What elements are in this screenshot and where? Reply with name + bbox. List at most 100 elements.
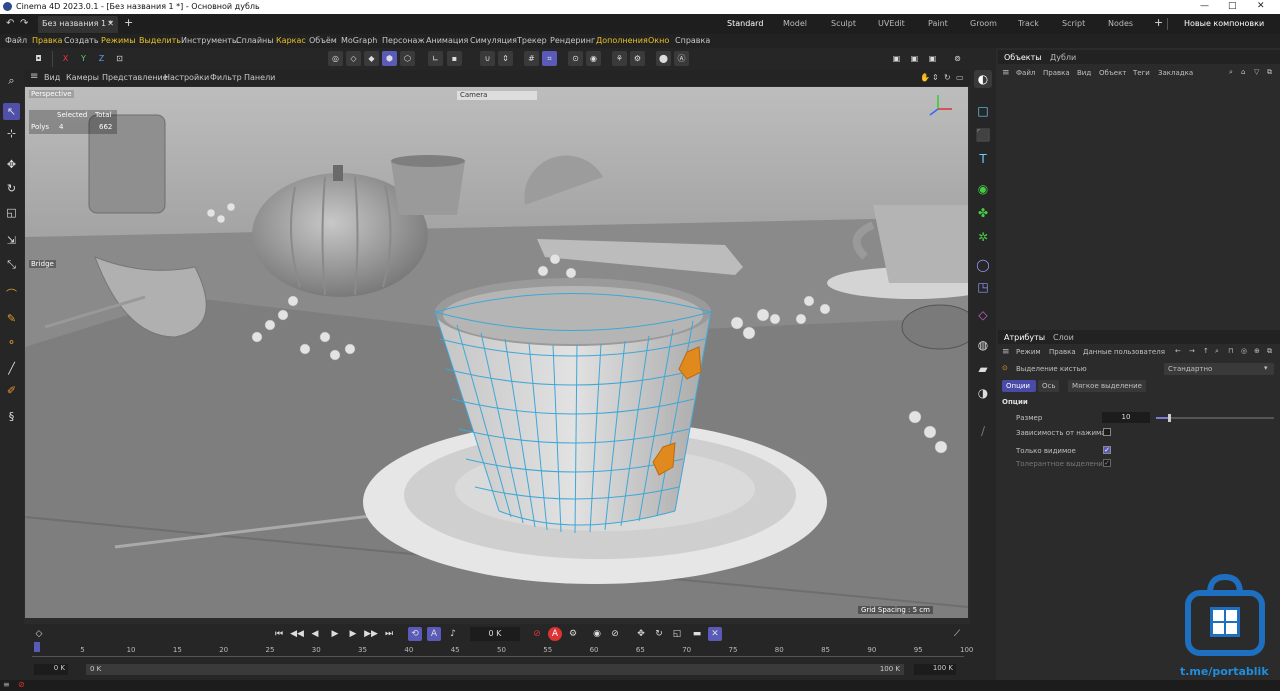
workplane-icon[interactable]: ▪ [447, 51, 462, 66]
subtab-soft-selection[interactable]: Мягкое выделение [1068, 380, 1146, 392]
go-to-start-icon[interactable]: ⏮ [272, 627, 286, 641]
attributes-menu-icon[interactable]: ≡ [1002, 347, 1010, 357]
disabled-tool-icon[interactable]: ∕ [974, 422, 992, 440]
menu-render[interactable]: Рендеринг [550, 36, 595, 45]
redo-icon[interactable]: ↷ [20, 18, 28, 29]
sound-icon[interactable]: ♪ [446, 627, 460, 641]
objects-filter-icon[interactable]: ▽ [1254, 68, 1259, 76]
attributes-search-icon[interactable]: ⌕ [1215, 347, 1219, 356]
status-menu-icon[interactable]: ≡ [3, 680, 10, 689]
menu-modes[interactable]: Режимы [101, 36, 136, 45]
edge-mode-icon[interactable]: ⬡ [400, 51, 415, 66]
brush-icon[interactable]: ╱ [3, 360, 20, 377]
subtab-options[interactable]: Опции [1002, 380, 1036, 392]
back-arrow-icon[interactable]: ← [1175, 347, 1181, 355]
viewport-menu-icon[interactable]: ≡ [30, 71, 38, 82]
render-settings-icon[interactable]: Ⓐ [674, 51, 689, 66]
vp-menu-filter[interactable]: Фильтр [210, 73, 242, 82]
vp-menu-cameras[interactable]: Камеры [66, 73, 99, 82]
layout-tab-standard[interactable]: Standard [727, 19, 763, 28]
menu-tracker[interactable]: Трекер [517, 36, 547, 45]
document-tab[interactable]: Без названия 1 * ✕ [38, 16, 118, 33]
objects-menu-edit[interactable]: Правка [1043, 69, 1070, 77]
tolerant-checkbox[interactable]: ✓ [1103, 459, 1111, 467]
menu-splines[interactable]: Сплайны [236, 36, 274, 45]
pressure-checkbox[interactable] [1103, 428, 1111, 436]
key-move-icon[interactable]: ✥ [634, 627, 648, 641]
loop-icon[interactable]: ⟲ [408, 627, 422, 641]
extrude-tool-icon[interactable]: ⤡ [3, 256, 20, 273]
vp-menu-display[interactable]: Представление [102, 73, 168, 82]
tab-objects[interactable]: Объекты [1004, 53, 1042, 62]
search-icon[interactable]: ⌕ [3, 72, 20, 89]
layout-tab-paint[interactable]: Paint [928, 19, 948, 28]
key-rot-icon[interactable]: ⊘ [608, 627, 622, 641]
tab-close-icon[interactable]: ✕ [107, 19, 114, 28]
vp-pan-icon[interactable]: ✋ [920, 73, 930, 82]
record-icon[interactable]: ⊘ [530, 627, 544, 641]
layout-tab-sculpt[interactable]: Sculpt [831, 19, 856, 28]
undo-icon[interactable]: ↶ [6, 18, 14, 29]
cloner-icon[interactable]: ✤ [974, 204, 992, 222]
menu-edit[interactable]: Правка [32, 36, 62, 45]
workplane-grid-icon[interactable]: ⌗ [542, 51, 557, 66]
vp-menu-panels[interactable]: Панели [244, 73, 275, 82]
axis-x-toggle[interactable]: X [58, 51, 73, 66]
size-input[interactable]: 10 [1102, 412, 1150, 423]
next-frame-icon[interactable]: ▶ [346, 627, 360, 641]
environment-icon[interactable]: ◍ [974, 336, 992, 354]
objects-home-icon[interactable]: ⌂ [1241, 68, 1245, 76]
layout-tab-nodes[interactable]: Nodes [1108, 19, 1133, 28]
preset-dropdown[interactable]: Стандартно ▾ [1164, 363, 1274, 375]
menu-character[interactable]: Персонаж [382, 36, 425, 45]
size-slider-track[interactable] [1156, 414, 1274, 422]
scene-icon[interactable]: ◇ [974, 306, 992, 324]
axis-y-toggle[interactable]: Y [76, 51, 91, 66]
menu-create[interactable]: Создать [64, 36, 99, 45]
move-tool-icon[interactable]: ✥ [3, 156, 20, 173]
menu-tools[interactable]: Инструменты [181, 36, 238, 45]
cloud-icon[interactable]: ⊚ [950, 51, 965, 66]
rotate-tool-icon[interactable]: ↻ [3, 180, 20, 197]
python-icon[interactable]: ⚘ [612, 51, 627, 66]
menu-extensions[interactable]: Дополнения [596, 36, 648, 45]
next-key-icon[interactable]: ▶▶ [364, 627, 378, 641]
objects-menu-file[interactable]: Файл [1016, 69, 1035, 77]
deformer-icon[interactable]: ◯ [974, 256, 992, 274]
new-layouts-menu[interactable]: Новые компоновки [1184, 19, 1264, 28]
vp-maximize-icon[interactable]: ▭ [956, 73, 964, 82]
lock-icon[interactable]: ⊓ [1228, 347, 1233, 355]
scale-tool-icon[interactable]: ◱ [3, 204, 20, 221]
menu-animation[interactable]: Анимация [426, 36, 468, 45]
vp-zoom-icon[interactable]: ↻ [944, 73, 951, 82]
layout-tab-uvedit[interactable]: UVEdit [878, 19, 905, 28]
menu-volume[interactable]: Объём [309, 36, 337, 45]
spline-smooth-icon[interactable]: ⚬ [3, 334, 20, 351]
playhead[interactable] [34, 642, 40, 652]
texture-mode-icon[interactable]: ◆ [364, 51, 379, 66]
go-to-end-icon[interactable]: ⏭ [382, 627, 396, 641]
timeline-ruler[interactable]: 0510152025303540455055606570758085909510… [32, 642, 973, 666]
attributes-filter-icon[interactable]: ◎ [1241, 347, 1247, 355]
vp-menu-options[interactable]: Настройки [164, 73, 209, 82]
camera-icon[interactable]: ◘ [31, 51, 46, 66]
cube-icon[interactable]: ⬛ [974, 126, 992, 144]
object-mode-icon[interactable]: ◇ [346, 51, 361, 66]
prev-frame-icon[interactable]: ◀ [308, 627, 322, 641]
field-icon[interactable]: ◳ [974, 278, 992, 296]
tab-attributes[interactable]: Атрибуты [1004, 333, 1045, 342]
menu-simulation[interactable]: Симуляция [470, 36, 517, 45]
text-icon[interactable]: T [974, 150, 992, 168]
render-view-icon[interactable]: ◉ [586, 51, 601, 66]
autokey-icon[interactable]: A [427, 627, 441, 641]
grid-icon[interactable]: # [524, 51, 539, 66]
menu-mograph[interactable]: MoGraph [341, 36, 377, 45]
effector-icon[interactable]: ✲ [974, 228, 992, 246]
generator-icon[interactable]: ◉ [974, 180, 992, 198]
layout-tab-track[interactable]: Track [1018, 19, 1039, 28]
range-slider[interactable]: 0 K 100 K [86, 664, 904, 675]
maximize-icon[interactable]: □ [1228, 1, 1237, 11]
snap-icon[interactable]: ∟ [428, 51, 443, 66]
attributes-add-icon[interactable]: ⊕ [1254, 347, 1260, 355]
clapper-icon-3[interactable]: ▣ [925, 51, 940, 66]
